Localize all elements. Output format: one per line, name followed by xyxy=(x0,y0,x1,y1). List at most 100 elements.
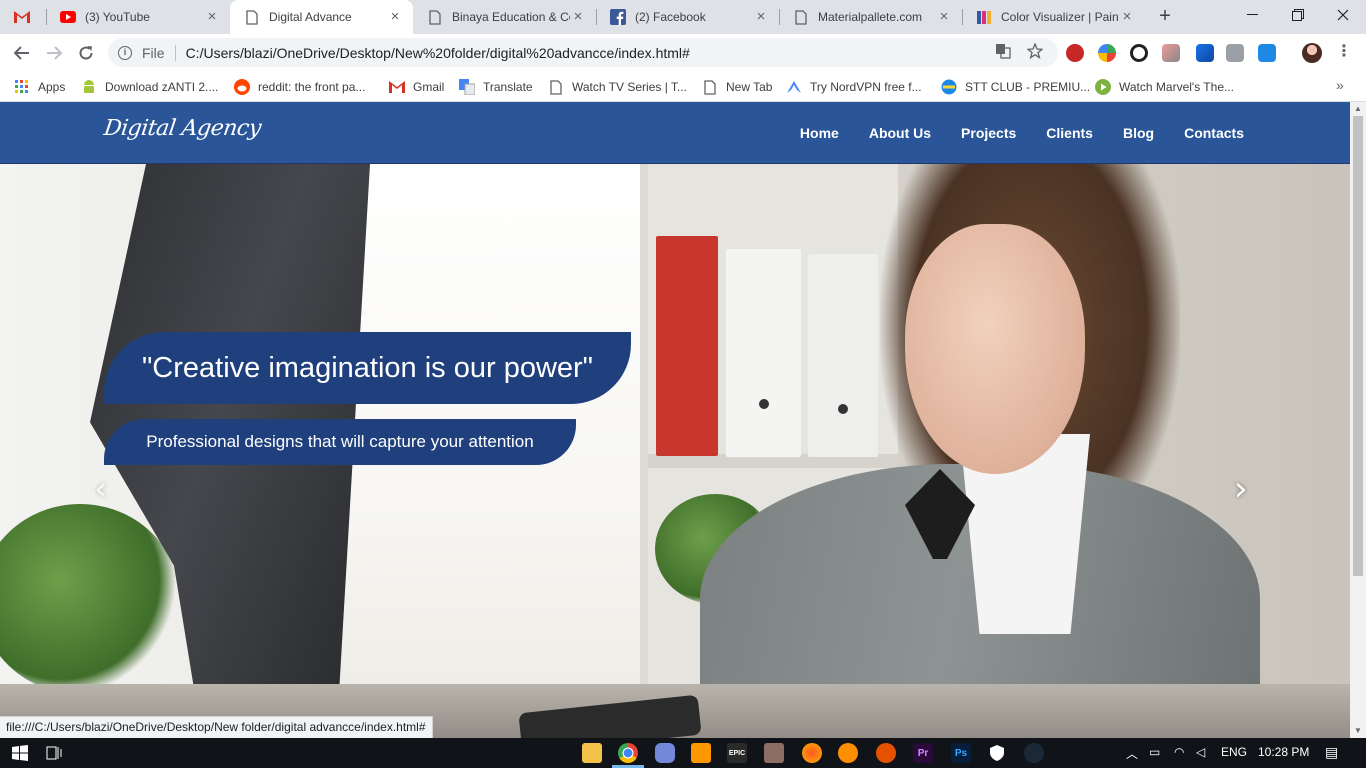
bookmark-label: reddit: the front pa... xyxy=(258,80,366,94)
close-tab-icon[interactable]: × xyxy=(753,9,769,25)
back-arrow-icon xyxy=(14,46,29,60)
bookmark-reddit[interactable]: reddit: the front pa... xyxy=(234,76,365,98)
hero-person-face xyxy=(905,224,1085,474)
tab-youtube[interactable]: (3) YouTube × xyxy=(46,0,230,34)
bookmark-nordvpn[interactable]: Try NordVPN free f... xyxy=(786,76,922,98)
bookmark-translate[interactable]: Translate xyxy=(459,76,533,98)
camera-extension-icon[interactable] xyxy=(1226,44,1244,62)
new-tab-button[interactable]: + xyxy=(1154,6,1176,28)
task-view-icon[interactable] xyxy=(44,743,64,763)
page-icon xyxy=(244,9,260,25)
wifi-icon[interactable]: ◠ xyxy=(1174,745,1184,759)
search-app-icon[interactable] xyxy=(838,743,858,763)
page-icon xyxy=(548,79,564,95)
tray-overflow-chevron-icon[interactable]: ︿ xyxy=(1126,745,1138,762)
slider-next-arrow-icon[interactable]: › xyxy=(1234,469,1248,509)
page-icon xyxy=(702,79,718,95)
menu-kebab-icon[interactable]: ⋮ xyxy=(1335,42,1353,60)
page-viewport: Digital Agency Home About Us Projects Cl… xyxy=(0,102,1366,738)
forward-button[interactable] xyxy=(40,39,68,67)
gmail-icon xyxy=(14,9,30,25)
epic-games-icon[interactable]: EPIC xyxy=(727,743,747,763)
minimize-icon xyxy=(1246,14,1258,15)
discord-icon[interactable] xyxy=(655,743,675,763)
bookmark-zanti[interactable]: Download zANTI 2.... xyxy=(81,76,218,98)
file-explorer-icon[interactable] xyxy=(582,743,602,763)
info-icon[interactable]: i xyxy=(118,45,132,60)
hero-slider: "Creative imagination is our power" Prof… xyxy=(0,164,1350,738)
translate-page-icon[interactable] xyxy=(994,42,1012,60)
screenshot-extension-icon[interactable] xyxy=(1258,44,1276,62)
tab-materialpallete[interactable]: Materialpallete.com × xyxy=(779,0,962,34)
security-shield-icon[interactable] xyxy=(987,743,1007,763)
windows-start-icon[interactable] xyxy=(10,743,30,763)
tab-binaya[interactable]: Binaya Education & Co × xyxy=(413,0,596,34)
scroll-up-arrow-icon[interactable]: ▲ xyxy=(1350,102,1366,116)
more-bookmarks-chevron-icon[interactable]: » xyxy=(1336,77,1344,93)
restore-button[interactable] xyxy=(1275,0,1321,30)
tab-gmail[interactable] xyxy=(0,0,46,34)
close-tab-icon[interactable]: × xyxy=(936,9,952,25)
address-bar[interactable]: i File C:/Users/blazi/OneDrive/Desktop/N… xyxy=(108,38,1058,67)
extension-globe-icon[interactable] xyxy=(1098,44,1116,62)
close-tab-icon[interactable]: × xyxy=(1119,9,1135,25)
close-icon xyxy=(1337,9,1349,21)
scrollbar-thumb[interactable] xyxy=(1353,116,1363,576)
sublime-text-icon[interactable] xyxy=(691,743,711,763)
page-scrollbar[interactable]: ▲ ▼ xyxy=(1350,102,1366,738)
gmail-icon xyxy=(389,79,405,95)
notifications-icon[interactable]: ▤ xyxy=(1325,744,1338,761)
bookmark-label: Try NordVPN free f... xyxy=(810,80,922,94)
profile-avatar[interactable] xyxy=(1302,43,1322,63)
bookmark-tv-series[interactable]: Watch TV Series | T... xyxy=(548,76,687,98)
menu-contacts[interactable]: Contacts xyxy=(1184,125,1244,141)
menu-home[interactable]: Home xyxy=(800,125,839,141)
close-tab-icon[interactable]: × xyxy=(204,9,220,25)
bookmark-label: Translate xyxy=(483,80,533,94)
back-button[interactable] xyxy=(8,39,36,67)
photoshop-icon[interactable]: Ps xyxy=(951,743,971,763)
tab-color-visualizer[interactable]: Color Visualizer | Paint × xyxy=(962,0,1145,34)
menu-about-us[interactable]: About Us xyxy=(869,125,931,141)
game-icon[interactable] xyxy=(764,743,784,763)
close-tab-icon[interactable]: × xyxy=(570,9,586,25)
page-icon xyxy=(427,9,443,25)
bookmark-marvel[interactable]: Watch Marvel's The... xyxy=(1095,76,1234,98)
nordvpn-icon xyxy=(786,79,802,95)
clock-time[interactable]: 10:28 PM xyxy=(1258,745,1309,759)
chrome-taskbar-icon[interactable] xyxy=(618,743,638,763)
firefox-icon[interactable] xyxy=(802,743,822,763)
bookmark-apps[interactable]: Apps xyxy=(14,76,65,98)
menu-clients[interactable]: Clients xyxy=(1046,125,1093,141)
bookmark-stt-club[interactable]: STT CLUB - PREMIU... xyxy=(941,76,1090,98)
minimize-button[interactable] xyxy=(1229,0,1275,30)
brave-icon[interactable] xyxy=(876,743,896,763)
premiere-pro-icon[interactable]: Pr xyxy=(913,743,933,763)
bookmark-gmail[interactable]: Gmail xyxy=(389,76,444,98)
scroll-down-arrow-icon[interactable]: ▼ xyxy=(1350,724,1366,738)
color-picker-extension-icon[interactable] xyxy=(1196,44,1214,62)
reload-button[interactable] xyxy=(72,39,100,67)
menu-projects[interactable]: Projects xyxy=(961,125,1016,141)
bookmark-label: Gmail xyxy=(413,80,445,94)
volume-icon[interactable]: ◁ xyxy=(1196,745,1205,759)
battery-icon[interactable]: ▭ xyxy=(1149,745,1160,759)
site-logo[interactable]: Digital Agency xyxy=(102,116,262,141)
tab-digital-advance[interactable]: Digital Advance × xyxy=(230,0,413,34)
eyedropper-extension-icon[interactable] xyxy=(1162,44,1180,62)
tab-facebook[interactable]: (2) Facebook × xyxy=(596,0,779,34)
address-url[interactable]: C:/Users/blazi/OneDrive/Desktop/New%20fo… xyxy=(186,45,1058,61)
menu-blog[interactable]: Blog xyxy=(1123,125,1154,141)
browser-toolbar: i File C:/Users/blazi/OneDrive/Desktop/N… xyxy=(0,34,1366,71)
reddit-icon xyxy=(234,79,250,95)
steam-icon[interactable] xyxy=(1024,743,1044,763)
yab-extension-icon[interactable] xyxy=(1066,44,1084,62)
bookmark-new-tab[interactable]: New Tab xyxy=(702,76,772,98)
close-window-button[interactable] xyxy=(1320,0,1366,30)
close-tab-icon[interactable]: × xyxy=(387,9,403,25)
extension-ring-icon[interactable] xyxy=(1130,44,1148,62)
language-indicator[interactable]: ENG xyxy=(1221,745,1247,759)
bookmark-star-icon[interactable] xyxy=(1026,42,1044,60)
bookmark-label: Download zANTI 2.... xyxy=(105,80,219,94)
slider-prev-arrow-icon[interactable]: ‹ xyxy=(94,469,108,509)
